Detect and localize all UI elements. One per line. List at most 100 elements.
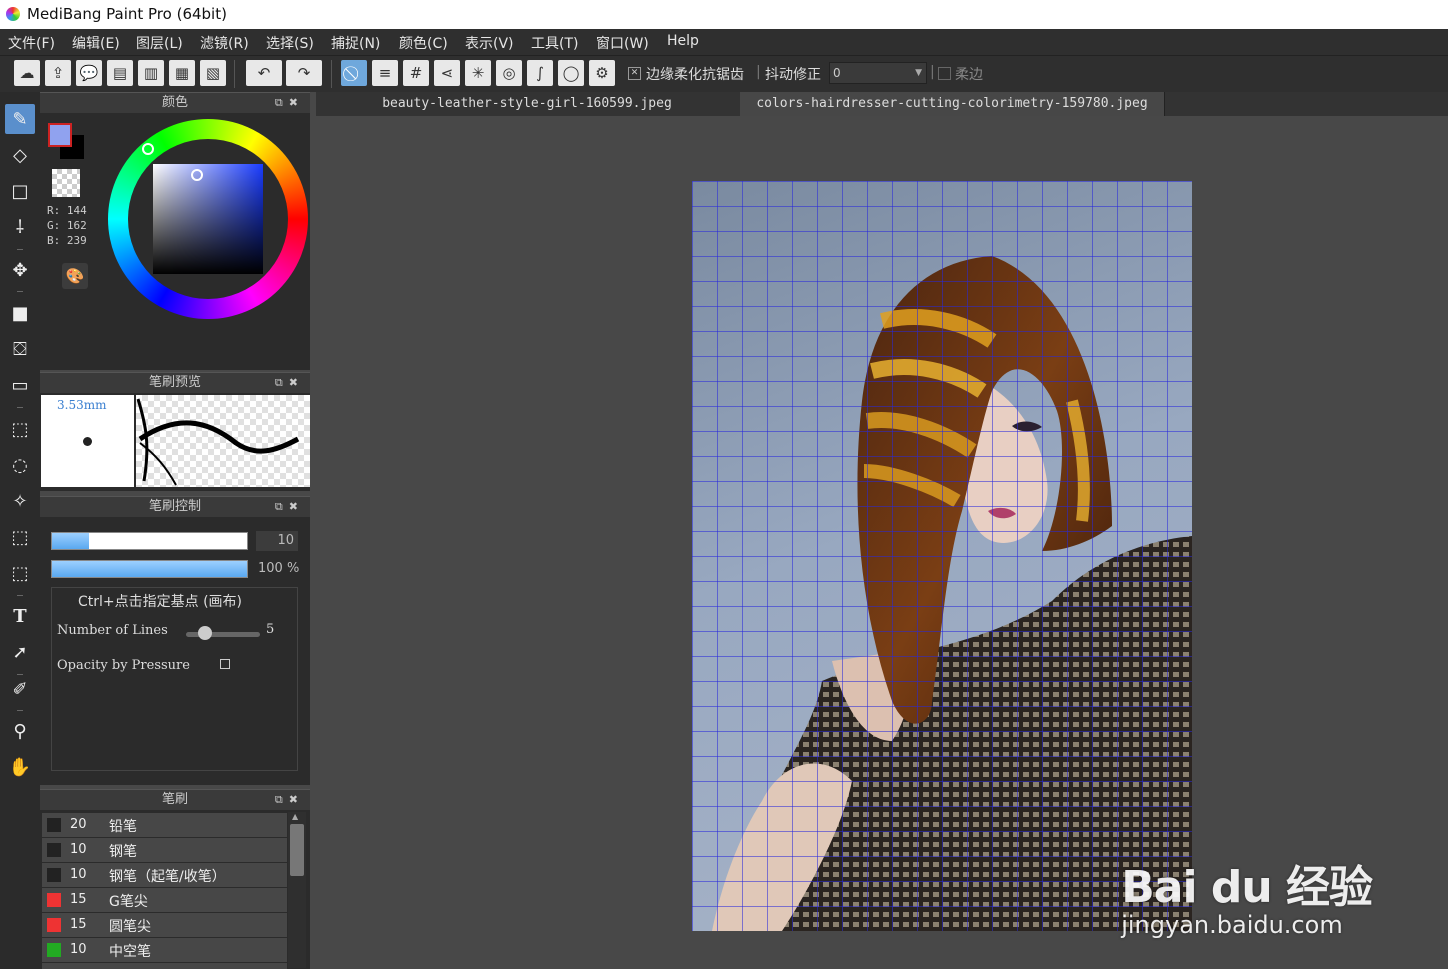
brush-item-size: 15: [70, 892, 87, 907]
brush-color-swatch: [47, 943, 61, 957]
redo-icon[interactable]: ↷: [286, 60, 322, 86]
menu-tools[interactable]: 工具(T): [531, 33, 578, 53]
brush-item-name: 铅笔: [109, 819, 137, 835]
scrollbar-thumb[interactable]: [290, 824, 304, 876]
tool-separator: [17, 249, 23, 250]
brush-tool-icon[interactable]: ✎: [5, 104, 35, 134]
sv-marker[interactable]: [191, 169, 203, 181]
brush-preview-title: 笔刷预览: [148, 375, 201, 390]
brush-list-header: 笔刷 ⧉✖: [40, 789, 310, 810]
snap-settings-icon[interactable]: ⚙: [589, 60, 615, 86]
tool-strip: ✎ ◇ □ ⸸ ✥ ■ ⛋ ▭ ⬚ ◌ ✧ ⬚ ⬚ T ➚ ✐ ⚲ ✋: [0, 92, 40, 969]
menu-color[interactable]: 颜色(C): [399, 33, 448, 53]
magic-wand-tool-icon[interactable]: ✧: [5, 486, 35, 516]
divide-tool-icon[interactable]: ✐: [5, 674, 35, 704]
eraser-tool-icon[interactable]: ◇: [5, 140, 35, 170]
panel-buttons[interactable]: ⧉✖: [275, 93, 304, 113]
window-title: MediBang Paint Pro (64bit): [27, 5, 227, 23]
menu-edit[interactable]: 编辑(E): [72, 33, 120, 53]
menu-file[interactable]: 文件(F): [8, 33, 55, 53]
text-tool-icon[interactable]: T: [5, 601, 35, 631]
parallel-snap-icon[interactable]: ≡: [372, 60, 398, 86]
brush-item-pen[interactable]: 10 钢笔: [42, 838, 287, 863]
blue-value: B: 239: [47, 234, 87, 247]
shape-tool-icon[interactable]: □: [5, 176, 35, 206]
concentric-snap-icon[interactable]: ◎: [496, 60, 522, 86]
menu-layer[interactable]: 图层(L): [136, 33, 183, 53]
brush-item-round-pen[interactable]: 15 圆笔尖: [42, 913, 287, 938]
canvas-area[interactable]: Bai du 经验 jingyan.baidu.com: [316, 116, 1448, 969]
stabilizer-label: 抖动修正: [765, 67, 821, 83]
saturation-value-square[interactable]: [153, 164, 263, 274]
brush-item-g-pen[interactable]: 15 G笔尖: [42, 888, 287, 913]
operation-tool-icon[interactable]: ➚: [5, 637, 35, 667]
brush-item-pen-fade[interactable]: 10 钢笔（起笔/收笔）: [42, 863, 287, 888]
brush-size-input[interactable]: 10: [256, 531, 298, 551]
menu-window[interactable]: 窗口(W): [596, 33, 649, 53]
menu-filter[interactable]: 滤镜(R): [200, 33, 249, 53]
opacity-slider[interactable]: [51, 560, 248, 578]
antialias-checkbox[interactable]: ✕: [628, 67, 641, 80]
brush-item-name: G笔尖: [109, 894, 148, 910]
brush-item-name: 中空笔: [109, 944, 151, 960]
select-pen-tool-icon[interactable]: ⬚: [5, 522, 35, 552]
gradient-tool-icon[interactable]: ▭: [5, 370, 35, 400]
comment-icon[interactable]: 💬: [76, 60, 102, 86]
bucket-tool-icon[interactable]: ⛋: [5, 334, 35, 364]
canvas-image[interactable]: [692, 181, 1192, 931]
panel-buttons[interactable]: ⧉✖: [275, 790, 304, 810]
page-icon[interactable]: ▥: [138, 60, 164, 86]
perspective-snap-icon[interactable]: ⋖: [434, 60, 460, 86]
stabilizer-value: 0: [833, 66, 841, 80]
brush-list-scrollbar[interactable]: ▲: [288, 812, 306, 968]
hue-wheel[interactable]: [108, 119, 308, 319]
menu-select[interactable]: 选择(S): [266, 33, 314, 53]
hand-tool-icon[interactable]: ✋: [5, 752, 35, 782]
stabilizer-select[interactable]: 0 ▼: [829, 62, 927, 84]
move-tool-icon[interactable]: ✥: [5, 255, 35, 285]
panel-buttons[interactable]: ⧉✖: [275, 497, 304, 517]
brush-item-pencil[interactable]: 20 铅笔: [42, 813, 287, 838]
layout-icon[interactable]: ▦: [169, 60, 195, 86]
radial-snap-icon[interactable]: ✳: [465, 60, 491, 86]
soft-edge-checkbox[interactable]: [938, 67, 951, 80]
tool-separator: [17, 407, 23, 408]
cloud-icon[interactable]: ☁: [14, 60, 40, 86]
brush-item-partial[interactable]: [42, 963, 287, 969]
brush-dot: [83, 437, 92, 446]
number-of-lines-knob[interactable]: [198, 626, 212, 640]
menu-snap[interactable]: 捕捉(N): [331, 33, 380, 53]
eyedropper-tool-icon[interactable]: ⚲: [5, 716, 35, 746]
dot-brush-tool-icon[interactable]: ⸸: [5, 212, 35, 242]
watermark: Bai du 经验 jingyan.baidu.com: [1121, 851, 1373, 939]
lasso-tool-icon[interactable]: ◌: [5, 450, 35, 480]
grid-snap-icon[interactable]: #: [403, 60, 429, 86]
number-of-lines-value: 5: [266, 622, 275, 637]
manage-icon[interactable]: ▧: [200, 60, 226, 86]
opacity-by-pressure-checkbox[interactable]: [220, 659, 230, 669]
color-panel-header: 颜色 ⧉✖: [40, 92, 310, 113]
upload-icon[interactable]: ⇪: [45, 60, 71, 86]
curve-snap-icon[interactable]: ∫: [527, 60, 553, 86]
select-eraser-tool-icon[interactable]: ⬚: [5, 558, 35, 588]
message-icon[interactable]: ▤: [107, 60, 133, 86]
undo-icon[interactable]: ↶: [246, 60, 282, 86]
menu-help[interactable]: Help: [667, 33, 699, 49]
brush-size-slider[interactable]: [51, 532, 248, 550]
brush-stroke-preview: [136, 395, 310, 487]
tab-beauty-leather[interactable]: beauty-leather-style-girl-160599.jpeg: [316, 92, 738, 116]
hue-marker[interactable]: [142, 143, 154, 155]
brush-item-hollow-pen[interactable]: 10 中空笔: [42, 938, 287, 963]
snap-off-icon[interactable]: ⃠: [341, 60, 367, 86]
foreground-color-swatch[interactable]: [48, 123, 72, 147]
scroll-up-icon[interactable]: ▲: [292, 812, 298, 821]
panel-buttons[interactable]: ⧉✖: [275, 373, 304, 393]
palette-icon[interactable]: 🎨: [62, 263, 88, 289]
transparent-color-swatch[interactable]: [52, 169, 80, 197]
tab-colors-hairdresser[interactable]: colors-hairdresser-cutting-colorimetry-1…: [740, 92, 1165, 116]
menu-view[interactable]: 表示(V): [465, 33, 514, 53]
rect-select-tool-icon[interactable]: ⬚: [5, 414, 35, 444]
ellipse-snap-icon[interactable]: ◯: [558, 60, 584, 86]
fill-rect-tool-icon[interactable]: ■: [5, 298, 35, 328]
color-panel-title: 颜色: [161, 95, 188, 110]
